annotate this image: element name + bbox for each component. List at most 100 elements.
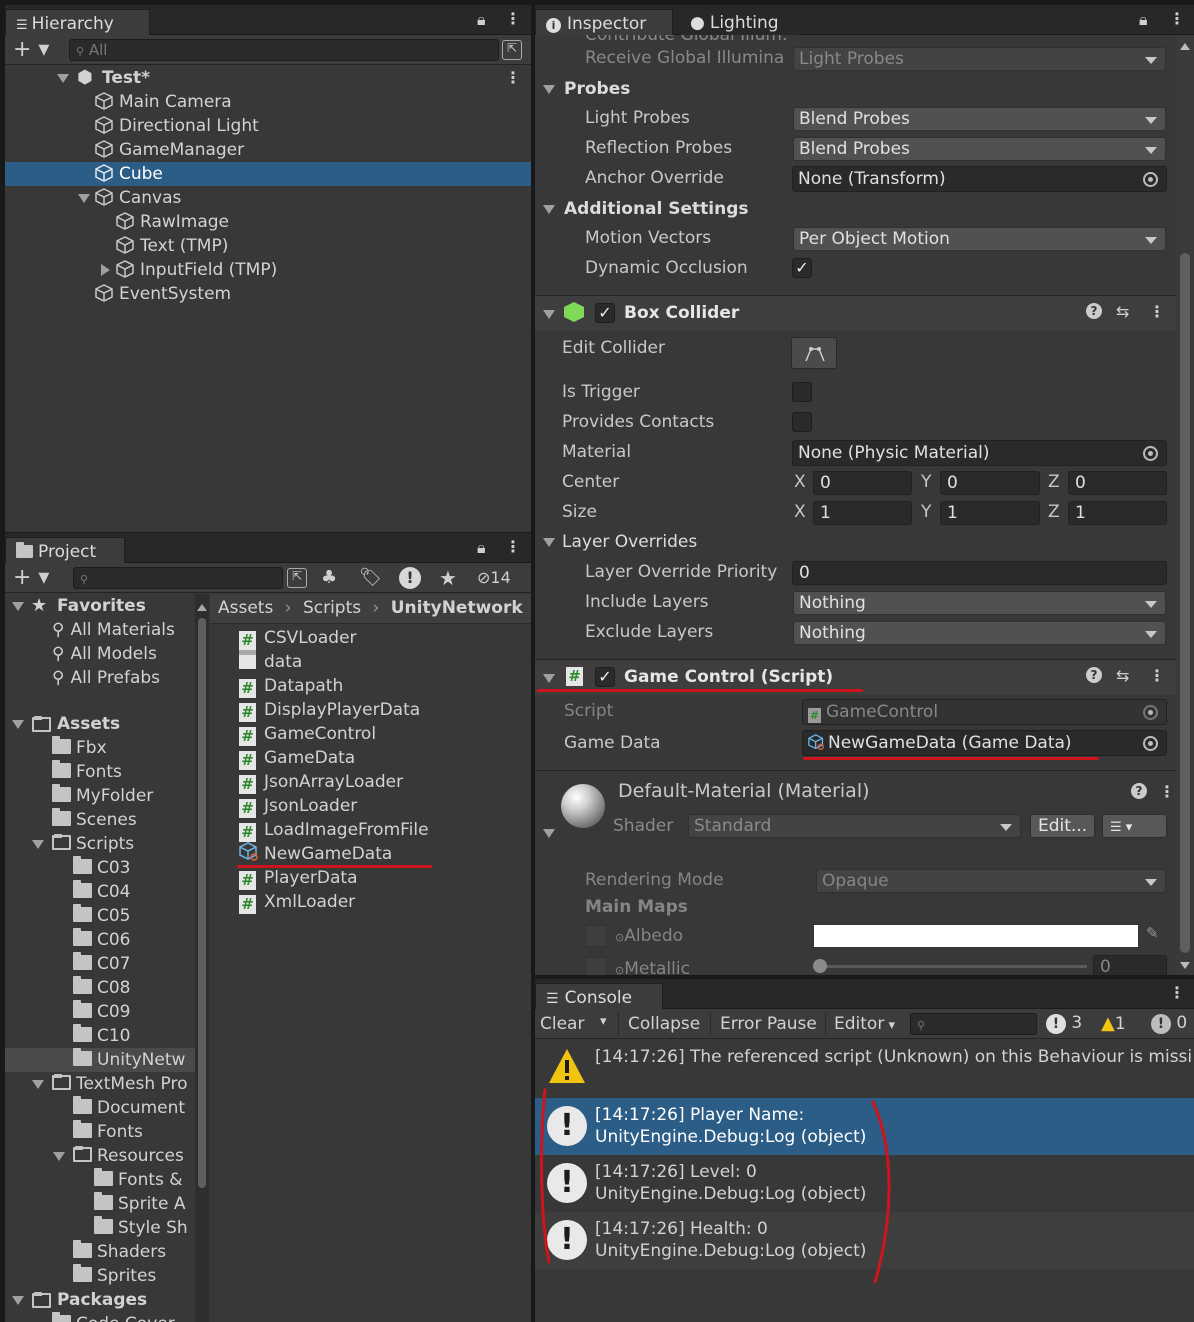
is-trigger-checkbox[interactable] <box>792 382 812 402</box>
provides-contacts-checkbox[interactable] <box>792 412 812 432</box>
filter-by-log-icon[interactable]: ! <box>399 567 421 589</box>
help-icon[interactable]: ? <box>1086 667 1102 683</box>
component-menu-icon[interactable]: ⋮ <box>1149 302 1165 321</box>
file-datapath[interactable]: # Datapath <box>210 674 531 698</box>
size-y-field[interactable]: 1 <box>940 501 1040 525</box>
folder-myfolder[interactable]: MyFolder <box>5 784 195 808</box>
scroll-up-arrow-icon[interactable] <box>1180 43 1190 50</box>
hierarchy-item-gamemanager[interactable]: GameManager <box>5 138 531 162</box>
file-csvloader[interactable]: # CSVLoader <box>210 626 531 650</box>
folder-shaders[interactable]: Shaders <box>5 1240 195 1264</box>
scroll-up-arrow-icon[interactable] <box>197 604 207 611</box>
assets-row[interactable]: Assets <box>5 712 195 736</box>
metallic-slider-track[interactable] <box>817 965 1087 968</box>
inspector-scrollbar[interactable] <box>1176 35 1194 975</box>
presets-icon[interactable]: ⇆ <box>1116 302 1129 321</box>
folder-tmp-fonts[interactable]: Fonts <box>5 1120 195 1144</box>
collapse-arrow-icon[interactable] <box>543 674 555 683</box>
collapse-arrow-icon[interactable] <box>543 310 555 319</box>
folder-unitynetwork[interactable]: UnityNetw <box>5 1048 195 1072</box>
clear-button[interactable]: Clear <box>540 1014 584 1034</box>
breadcrumb-unitynetwork[interactable]: UnityNetwork <box>391 598 523 618</box>
folder-c09[interactable]: C09 <box>5 1000 195 1024</box>
box-collider-header[interactable]: ✓ Box Collider ? ⇆ ⋮ <box>535 295 1176 331</box>
file-gamecontrol[interactable]: # GameControl <box>210 722 531 746</box>
favorite-all-models[interactable]: ⚲ All Models <box>5 642 195 666</box>
folder-fbx[interactable]: Fbx <box>5 736 195 760</box>
folder-c07[interactable]: C07 <box>5 952 195 976</box>
object-picker-icon[interactable] <box>1143 736 1158 751</box>
breadcrumb-scripts[interactable]: Scripts <box>303 598 361 618</box>
help-icon[interactable]: ? <box>1086 303 1102 319</box>
layer-overrides-header[interactable]: Layer Overrides <box>562 532 697 552</box>
folder-sprite-assets[interactable]: Sprite A <box>5 1192 195 1216</box>
lock-icon[interactable]: 🔒︎ <box>477 10 486 30</box>
hidden-packages-icon[interactable]: ⊘14 <box>477 568 511 587</box>
warning-count-toggle[interactable]: ▲1 <box>1101 1013 1126 1034</box>
tab-inspector[interactable]: i Inspector <box>535 9 673 35</box>
expand-arrow-icon[interactable] <box>57 74 69 83</box>
create-button[interactable]: + ▾ <box>13 37 49 62</box>
file-newgamedata[interactable]: NewGameData <box>210 842 531 866</box>
presets-icon[interactable]: ⇆ <box>1116 666 1129 685</box>
expand-arrow-icon[interactable] <box>12 602 24 611</box>
folder-scripts[interactable]: Scripts <box>5 832 195 856</box>
scene-menu-icon[interactable]: ⋮ <box>505 66 521 90</box>
game-control-enabled-checkbox[interactable]: ✓ <box>595 667 615 687</box>
hierarchy-item-cube[interactable]: Cube <box>5 162 531 186</box>
hierarchy-item-inputfield-tmp[interactable]: InputField (TMP) <box>5 258 531 282</box>
folder-resources[interactable]: Resources <box>5 1144 195 1168</box>
metallic-slider-thumb[interactable] <box>813 959 827 973</box>
folder-c10[interactable]: C10 <box>5 1024 195 1048</box>
object-picker-icon[interactable] <box>1143 172 1158 187</box>
component-menu-icon[interactable]: ⋮ <box>1149 666 1165 685</box>
albedo-texture-slot[interactable] <box>585 925 607 947</box>
folder-scenes[interactable]: Scenes <box>5 808 195 832</box>
more-menu-icon[interactable]: ⋮ <box>505 537 521 556</box>
folder-fonts[interactable]: Fonts <box>5 760 195 784</box>
collapse-probes-arrow-icon[interactable] <box>543 85 555 94</box>
edit-shader-button[interactable]: Edit... <box>1030 814 1096 838</box>
hierarchy-item-text-tmp[interactable]: Text (TMP) <box>5 234 531 258</box>
tree-scroll-thumb[interactable] <box>198 618 206 1188</box>
size-z-field[interactable]: 1 <box>1068 501 1167 525</box>
scene-visibility-icon[interactable]: ⇱ <box>502 40 522 60</box>
hierarchy-item-main-camera[interactable]: Main Camera <box>5 90 531 114</box>
lock-icon[interactable]: 🔒︎ <box>1139 10 1148 30</box>
object-picker-icon[interactable] <box>1143 446 1158 461</box>
expand-arrow-icon[interactable] <box>32 840 44 849</box>
expand-arrow-icon[interactable] <box>78 194 90 203</box>
help-icon[interactable]: ? <box>1131 783 1147 799</box>
metallic-value-field[interactable]: 0 <box>1093 955 1167 975</box>
physic-material-field[interactable]: None (Physic Material) <box>792 440 1167 466</box>
save-search-star-icon[interactable]: ★ <box>439 566 457 590</box>
favorite-all-materials[interactable]: ⚲ All Materials <box>5 618 195 642</box>
folder-documentation[interactable]: Document <box>5 1096 195 1120</box>
collapse-additional-arrow-icon[interactable] <box>543 205 555 214</box>
lock-icon[interactable]: 🔒︎ <box>477 538 486 558</box>
error-count-toggle[interactable]: ! 0 <box>1151 1013 1187 1034</box>
inspector-scroll-thumb[interactable] <box>1180 253 1190 953</box>
reflection-probes-dropdown[interactable]: Blend Probes <box>793 137 1166 161</box>
rendering-mode-dropdown[interactable]: Opaque <box>816 869 1166 893</box>
scene-row[interactable]: ⬢ Test* ⋮ <box>5 66 531 90</box>
layer-override-priority-field[interactable]: 0 <box>792 561 1167 585</box>
expand-arrow-icon[interactable] <box>12 1296 24 1305</box>
shader-options-button[interactable]: ☰ ▾ <box>1102 814 1167 838</box>
anchor-override-field[interactable]: None (Transform) <box>792 166 1167 192</box>
file-playerdata[interactable]: # PlayerData <box>210 866 531 890</box>
center-z-field[interactable]: 0 <box>1068 471 1167 495</box>
box-collider-enabled-checkbox[interactable]: ✓ <box>595 303 615 323</box>
folder-c08[interactable]: C08 <box>5 976 195 1000</box>
package-code-coverage[interactable]: Code Cover <box>5 1312 195 1322</box>
albedo-color-swatch[interactable] <box>813 924 1139 948</box>
tree-scrollbar[interactable] <box>195 594 209 1322</box>
favorite-all-prefabs[interactable]: ⚲ All Prefabs <box>5 666 195 690</box>
hierarchy-item-eventsystem[interactable]: EventSystem <box>5 282 531 306</box>
metallic-texture-slot[interactable] <box>585 957 607 975</box>
hierarchy-item-canvas[interactable]: Canvas <box>5 186 531 210</box>
log-count-toggle[interactable]: ! 3 <box>1046 1013 1082 1034</box>
material-menu-icon[interactable]: ⋮ <box>1159 782 1175 801</box>
more-menu-icon[interactable]: ⋮ <box>1169 9 1185 28</box>
folder-style-sheets[interactable]: Style Sh <box>5 1216 195 1240</box>
